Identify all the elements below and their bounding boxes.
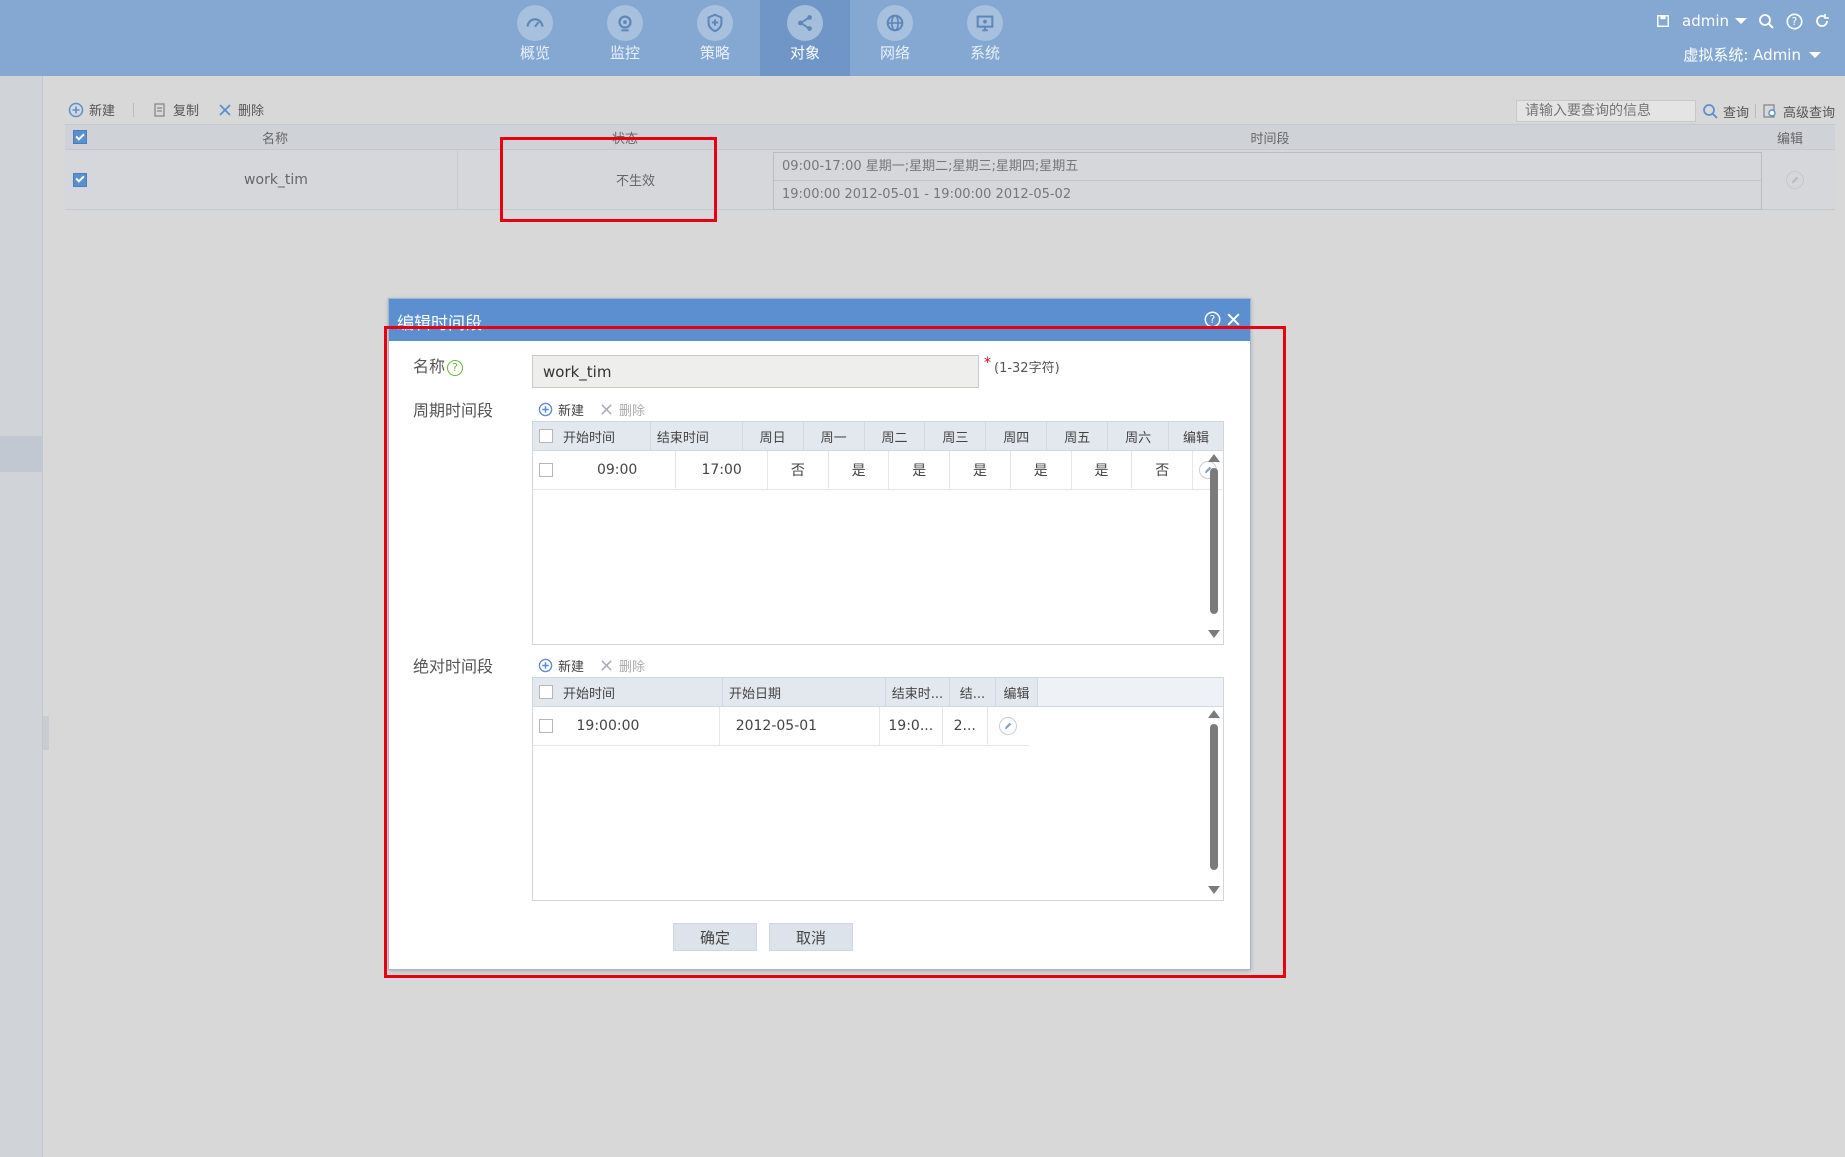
- camera-icon: [607, 5, 643, 41]
- delete-label: 删除: [238, 104, 265, 119]
- globe-icon: [877, 5, 913, 41]
- new-label: 新建: [89, 104, 116, 119]
- sidebar-selected-item[interactable]: [0, 436, 43, 472]
- search-input[interactable]: [1515, 100, 1696, 122]
- row-checkbox[interactable]: [73, 172, 87, 187]
- status-highlight-box: [500, 137, 717, 222]
- nav-label: 对象: [789, 44, 820, 62]
- advanced-query-button[interactable]: 高级查询: [1762, 102, 1835, 121]
- top-navigation-bar: 概览 监控 策略 对象 网络 系统 admin ? 虚拟系统: Admin: [0, 0, 1845, 76]
- svg-text:?: ?: [1210, 313, 1216, 326]
- user-tools: admin ?: [1654, 12, 1831, 30]
- nav-label: 网络: [879, 44, 910, 62]
- period-line: 19:00:00 2012-05-01 - 19:00:00 2012-05-0…: [782, 187, 1072, 202]
- chevron-down-icon: [1809, 51, 1821, 58]
- vsys-label: 虚拟系统: Admin: [1683, 46, 1801, 64]
- search-bar: 查询 高级查询: [1515, 100, 1835, 122]
- svg-text:?: ?: [1791, 15, 1797, 28]
- copy-icon: [152, 102, 168, 118]
- query-label: 查询: [1722, 105, 1749, 121]
- nav-item-monitor[interactable]: 监控: [580, 0, 670, 76]
- list-toolbar: 新建 复制 删除: [68, 100, 264, 119]
- sidebar-collapse-handle[interactable]: [43, 716, 49, 750]
- new-button[interactable]: 新建: [68, 100, 115, 119]
- save-icon[interactable]: [1654, 12, 1672, 30]
- left-sidebar: [0, 76, 49, 1157]
- advanced-search-icon: [1762, 103, 1778, 119]
- column-header-period[interactable]: 时间段: [795, 128, 1745, 147]
- nav-item-policy[interactable]: 策略: [670, 0, 760, 76]
- period-line: 09:00-17:00 星期一;星期二;星期三;星期四;星期五: [774, 153, 1761, 181]
- nav-label: 监控: [609, 44, 640, 62]
- dialog-highlight-box: [384, 326, 1286, 978]
- username: admin: [1682, 12, 1729, 30]
- column-header-name[interactable]: 名称: [95, 128, 455, 147]
- monitor-icon: [967, 5, 1003, 41]
- refresh-icon[interactable]: [1813, 12, 1831, 30]
- toolbar-divider: [1754, 104, 1756, 118]
- help-icon[interactable]: ?: [1785, 12, 1803, 30]
- share-icon: [787, 5, 823, 41]
- toolbar-divider: [133, 102, 135, 117]
- nav-label: 策略: [699, 44, 730, 62]
- search-icon: [1702, 103, 1718, 119]
- select-all-checkbox[interactable]: [73, 130, 87, 144]
- column-header-edit: 编辑: [1776, 131, 1803, 147]
- nav-label: 系统: [969, 44, 1000, 62]
- close-icon: [217, 102, 233, 118]
- nav-item-network[interactable]: 网络: [850, 0, 940, 76]
- add-circle-icon: [68, 102, 84, 118]
- table-header: 名称 状态 时间段 编辑: [65, 124, 1835, 150]
- search-icon[interactable]: [1757, 12, 1775, 30]
- gauge-icon: [517, 5, 553, 41]
- delete-button[interactable]: 删除: [217, 100, 264, 119]
- advanced-query-label: 高级查询: [1782, 105, 1835, 121]
- nav-item-objects[interactable]: 对象: [760, 0, 850, 76]
- row-periods: 09:00-17:00 星期一;星期二;星期三;星期四;星期五 19:00:00…: [773, 152, 1762, 210]
- row-name: work_tim: [95, 150, 458, 209]
- nav-item-system[interactable]: 系统: [940, 0, 1030, 76]
- nav-label: 概览: [519, 44, 550, 62]
- main-nav: 概览 监控 策略 对象 网络 系统: [490, 0, 1030, 76]
- edit-pencil-icon[interactable]: [1786, 170, 1804, 189]
- copy-label: 复制: [173, 104, 200, 119]
- nav-item-overview[interactable]: 概览: [490, 0, 580, 76]
- chevron-down-icon: [1735, 18, 1747, 24]
- copy-button[interactable]: 复制: [152, 100, 199, 119]
- virtual-system-selector[interactable]: 虚拟系统: Admin: [1683, 44, 1821, 65]
- query-button[interactable]: 查询: [1702, 102, 1749, 121]
- shield-icon: [697, 5, 733, 41]
- user-menu[interactable]: admin: [1682, 12, 1747, 30]
